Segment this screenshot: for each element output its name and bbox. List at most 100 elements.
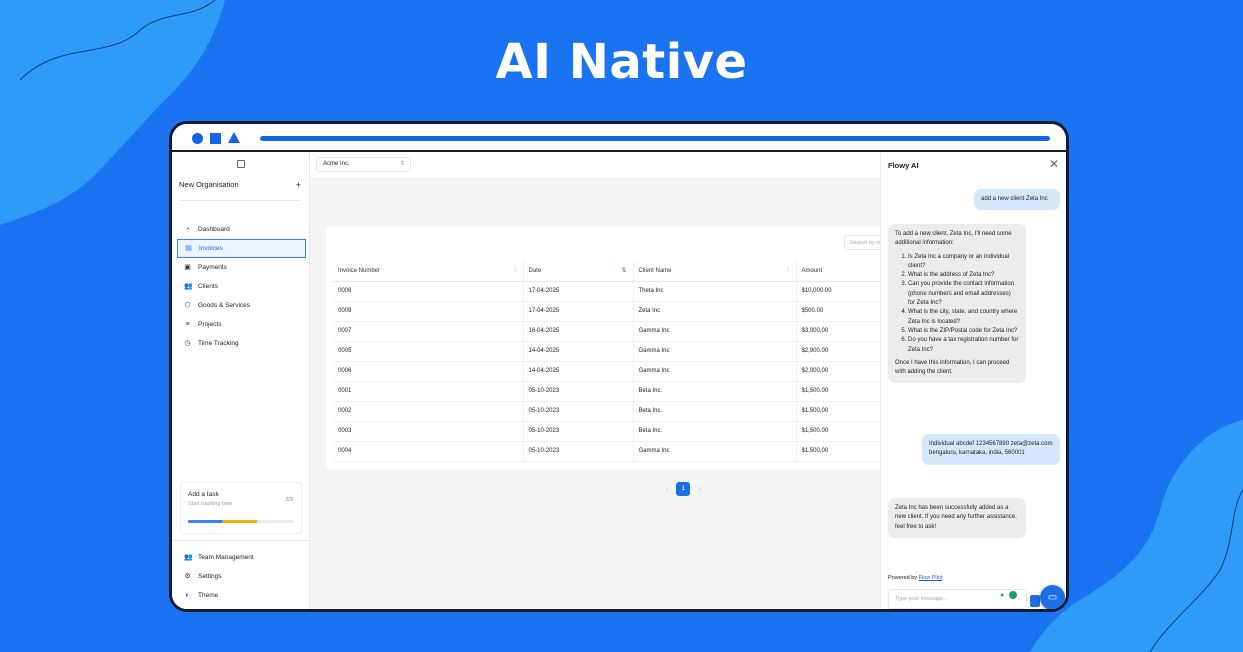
address-bar [260,136,1050,141]
payments-icon: ▣ [184,264,191,271]
gear-icon: ⚙ [184,573,191,580]
sort-icon[interactable]: ↕ [514,267,517,273]
table-cell: 05-10-2023 [523,441,634,462]
pagination: ‹ 1 › [666,482,701,496]
table-cell: Gamma Inc [633,321,797,342]
invoice-icon: ▤ [185,245,192,252]
box-icon: ⬡ [184,302,191,309]
sidebar-item-invoices[interactable]: ▤ Invoices [177,239,306,258]
prev-page-button[interactable]: ‹ [666,486,668,493]
add-organisation-button[interactable]: + [296,180,301,190]
task-card[interactable]: Add a task Start tracking time 2/3 [180,482,302,534]
sidebar-bottom-nav: 👥 Team Management ⚙ Settings ◐ Theme [177,548,306,605]
sidebar-item-label: Projects [198,321,222,328]
chat-message-input[interactable]: Type your message... [888,589,1027,609]
sidebar-item-projects[interactable]: ≡ Projects [177,315,306,334]
close-icon[interactable]: ✕ [1049,157,1059,171]
table-cell: 16-04-2025 [523,321,634,342]
hero-title: AI Native [495,34,748,90]
task-title: Add a task [188,491,219,498]
moon-icon: ◐ [185,592,190,599]
table-cell: 0001 [333,381,524,402]
sidebar-item-label: Clients [198,283,218,290]
status-dot-icon [1009,591,1017,599]
user-message: Individual abcdef 1234567890 zeta@zeta.c… [922,434,1060,465]
app-window: New Organisation + ◔ Dashboard ▤ Invoices ▣ P… [169,121,1069,612]
team-icon: 👥 [184,554,193,561]
table-row[interactable]: 0002 05-10-2023 Beta Inc. $1,500.00 [333,401,906,422]
table-row[interactable]: 0003 05-10-2023 Beta Inc. $1,500.00 [333,421,906,442]
column-header-label: Date [528,267,542,274]
table-row[interactable]: 0001 05-10-2023 Beta Inc. $1,500.00 [333,381,906,402]
table-row[interactable]: 0007 16-04-2025 Gamma Inc $3,000.00 [333,321,906,342]
sidebar-item-label: Theme [198,592,219,599]
task-progress-bar [188,520,294,523]
table-cell: Gamma Inc [633,441,797,462]
table-row[interactable]: 0004 05-10-2023 Gamma Inc $1,500.00 [333,441,906,462]
sidebar-nav: ◔ Dashboard ▤ Invoices ▣ Payments 👥 Clients ⬡ Goo… [177,220,306,353]
column-header[interactable]: Invoice Number ↕ [333,261,524,282]
sidebar-item-clients[interactable]: 👥 Clients [177,277,306,296]
sidebar-item-theme[interactable]: ◐ Theme [177,586,306,605]
question-item: What is the ZIP/Postal code for Zeta Inc… [908,327,1019,336]
table-row[interactable]: 0008 17-04-2025 Theta Inc $10,000.00 [333,281,906,302]
invoice-table-card: Search by invoice Invoice Number ↕ Date ⇅ Cl… [326,227,906,469]
sidebar-item-label: Goods & Services [198,302,251,309]
table-cell: 17-04-2025 [523,281,634,302]
user-message: add a new client Zeta Inc [974,189,1060,211]
table-cell: 05-10-2023 [523,381,634,402]
table-row[interactable]: 0005 14-04-2025 Gamma Inc $2,900.00 [333,341,906,362]
sidebar-item-settings[interactable]: ⚙ Settings [177,567,306,586]
next-page-button[interactable]: › [698,486,700,493]
table-cell: 0002 [333,401,524,422]
assistant-message: To add a new client, Zeta Inc, I'll need… [888,224,1026,384]
organisation-select-value: Acme Inc. [323,161,350,167]
sidebar-item-label: Payments [198,264,227,271]
column-header-label: Client Name [638,267,672,274]
chat-bubble-icon[interactable]: ▭ [1040,585,1065,609]
table-cell: 05-10-2023 [523,421,634,442]
table-cell: 0003 [333,421,524,442]
table-cell: 14-04-2025 [523,361,634,382]
table-row[interactable]: 0006 14-04-2025 Gamma Inc $2,000.00 [333,361,906,382]
table-cell: Beta Inc. [633,381,797,402]
projects-icon: ≡ [185,321,190,328]
question-item: What is the address of Zeta Inc? [908,271,1019,280]
table-cell: Zeta Inc [633,301,797,322]
sidebar-toggle-icon[interactable] [237,160,245,168]
table-cell: Theta Inc [633,281,797,302]
sidebar-item-payments[interactable]: ▣ Payments [177,258,306,277]
clients-icon: 👥 [184,283,193,290]
flow-pilot-link[interactable]: Flow Pilot [919,575,943,581]
sidebar-item-team-management[interactable]: 👥 Team Management [177,548,306,567]
page-1-button[interactable]: 1 [676,482,691,496]
sidebar-item-dashboard[interactable]: ◔ Dashboard [177,220,306,239]
invoice-table: Invoice Number ↕ Date ⇅ Client Name ↕ Amount 0… [333,261,906,462]
task-count: 2/3 [285,497,293,503]
sidebar: New Organisation + ◔ Dashboard ▤ Invoices ▣ P… [172,152,310,609]
table-cell: 0006 [333,361,524,382]
table-cell: 05-10-2023 [523,401,634,422]
question-item: What is the city, state, and country whe… [908,308,1019,327]
table-cell: Beta Inc. [633,401,797,422]
location-pin-icon[interactable]: ● [1000,592,1004,599]
sort-icon[interactable]: ⇅ [621,267,626,274]
sidebar-item-time-tracking[interactable]: ◷ Time Tracking [177,334,306,353]
table-row[interactable]: 0009 17-04-2025 Zeta Inc $500.00 [333,301,906,322]
square-shape-icon [210,133,221,144]
send-button[interactable] [1030,595,1040,607]
sort-icon[interactable]: ↕ [787,267,790,273]
organisation-name[interactable]: New Organisation [179,180,239,189]
powered-by: Powered by Flow Pilot [888,575,942,581]
column-header[interactable]: Date ⇅ [523,261,634,282]
table-cell: Gamma Inc [633,361,797,382]
sidebar-item-label: Invoices [199,245,223,252]
table-cell: 0008 [333,281,524,302]
column-header[interactable]: Client Name ↕ [633,261,797,282]
divider [179,200,301,201]
organisation-select[interactable]: Acme Inc. ⇕ [316,157,411,172]
sidebar-item-label: Dashboard [198,226,230,233]
column-header-label: Amount [801,267,823,274]
question-item: Do you have a tax registration number fo… [908,336,1019,355]
sidebar-item-goods-services[interactable]: ⬡ Goods & Services [177,296,306,315]
